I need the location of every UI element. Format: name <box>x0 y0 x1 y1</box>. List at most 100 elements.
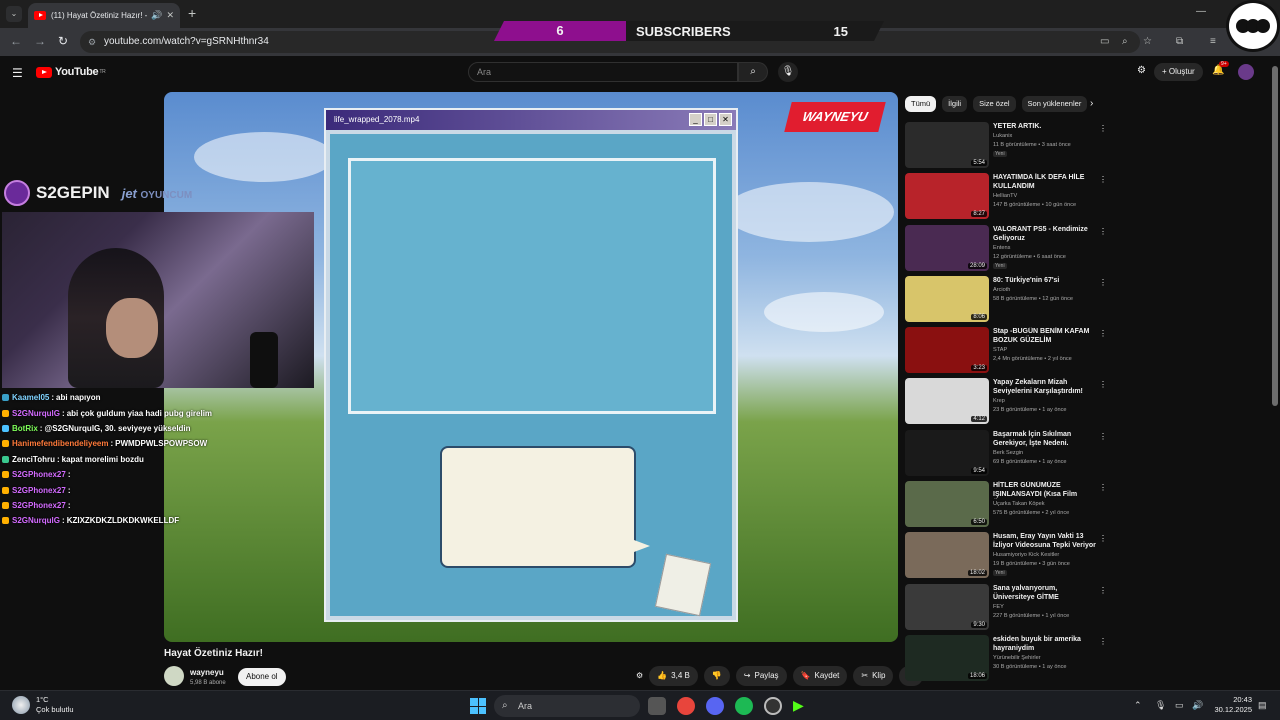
tray-chevron-icon[interactable]: ⌃ <box>1134 700 1142 711</box>
more-options-icon[interactable]: ⋮ <box>1099 175 1107 184</box>
related-video-item[interactable]: 8:06 80: Türkiye'nin 67'si Arcioth 58 B gör… <box>905 275 1110 327</box>
video-thumbnail[interactable]: 8:27 <box>905 173 989 220</box>
subscribe-button[interactable]: Abone ol <box>238 668 286 686</box>
chevron-right-icon[interactable]: › <box>1090 98 1093 109</box>
spotify-icon[interactable] <box>735 697 753 715</box>
channel-name[interactable]: wayneyu <box>190 668 224 677</box>
more-options-icon[interactable]: ⋮ <box>1099 483 1107 492</box>
sponsor-icon[interactable]: ⚙ <box>636 666 643 686</box>
related-video-item[interactable]: 4:12 Yapay Zekaların Mizah Seviyelerini K… <box>905 378 1110 429</box>
dislike-button[interactable]: 👎 <box>703 666 730 686</box>
video-thumbnail[interactable]: 9:30 <box>905 583 989 630</box>
more-options-icon[interactable]: ⋮ <box>1099 124 1107 133</box>
video-title[interactable]: HİTLER GÜNÜMÜZE IŞINLANSAYDI (Kısa Film … <box>993 481 1097 499</box>
cast-to-tv-icon[interactable]: ⚙ <box>1137 65 1146 76</box>
kick-icon[interactable]: ▶ <box>793 697 811 715</box>
video-channel[interactable]: Lukanix <box>993 133 1012 139</box>
more-options-icon[interactable]: ⋮ <box>1099 534 1107 543</box>
zoom-icon[interactable]: ⌕ <box>1122 36 1128 47</box>
video-title[interactable]: HAYATIMDA İLK DEFA HİLE KULLANDIM <box>993 173 1097 191</box>
video-thumbnail[interactable]: 4:12 <box>905 378 989 425</box>
system-clock[interactable]: 20:43 30.12.2025 <box>1210 695 1252 715</box>
extensions-icon[interactable]: ⧉ <box>1176 36 1183 47</box>
video-title[interactable]: YETER ARTIK. <box>993 122 1097 131</box>
video-channel[interactable]: Uçarka Takan Köpek <box>993 501 1045 507</box>
video-title[interactable]: eskiden buyuk bir amerika hayraniydim <box>993 635 1097 653</box>
more-options-icon[interactable]: ⋮ <box>1099 586 1107 595</box>
video-thumbnail[interactable]: 9:54 <box>905 429 989 476</box>
video-thumbnail[interactable]: 8:06 <box>905 275 989 322</box>
video-thumbnail[interactable]: 18:06 <box>905 634 989 681</box>
video-title[interactable]: 80: Türkiye'nin 67'si <box>993 276 1097 285</box>
video-channel[interactable]: STAP <box>993 347 1007 353</box>
back-button[interactable]: ← <box>10 34 22 48</box>
youtube-logo[interactable]: YouTube TR <box>36 66 106 78</box>
obs-icon[interactable] <box>764 697 782 715</box>
like-button[interactable]: 👍 3,4 B <box>649 666 698 686</box>
video-title[interactable]: Sana yalvarıyorum, Üniversiteye GİTME <box>993 584 1097 602</box>
minimize-icon[interactable]: — <box>1196 6 1206 17</box>
video-channel[interactable]: Berk Sezgin <box>993 450 1023 456</box>
voice-search-icon[interactable]: 🎙 <box>778 62 798 82</box>
new-tab-button[interactable]: + <box>188 5 196 21</box>
related-video-item[interactable]: 18:02 Husam, Eray Yayın Vakti 13 İzliyor … <box>905 532 1110 583</box>
video-channel[interactable]: Entens <box>993 245 1010 251</box>
browser-tab[interactable]: (11) Hayat Özetiniz Hazır! - 🔊 ✕ <box>28 3 180 28</box>
volume-icon[interactable]: 🔊 <box>1192 700 1203 711</box>
close-tab-icon[interactable]: ✕ <box>166 10 174 21</box>
filter-chip[interactable]: İlgili <box>942 96 968 112</box>
video-title[interactable]: Başarmak İçin Sıkılman Gerekiyor, İşte N… <box>993 430 1097 448</box>
related-video-item[interactable]: 9:54 Başarmak İçin Sıkılman Gerekiyor, İş… <box>905 429 1110 481</box>
video-thumbnail[interactable]: 3:23 <box>905 327 989 374</box>
related-video-item[interactable]: 6:50 HİTLER GÜNÜMÜZE IŞINLANSAYDI (Kısa F… <box>905 481 1110 532</box>
network-icon[interactable]: ▭ <box>1175 700 1184 711</box>
bookmark-star-icon[interactable]: ☆ <box>1143 36 1152 47</box>
forward-button[interactable]: → <box>34 34 46 48</box>
video-thumbnail[interactable]: 5:54 <box>905 122 989 168</box>
filter-chip[interactable]: Tümü <box>905 96 937 112</box>
cast-icon[interactable]: ▭ <box>1100 36 1109 47</box>
windows-start-icon[interactable] <box>470 698 486 714</box>
search-input[interactable]: Ara <box>468 62 738 82</box>
video-title[interactable]: Stap -BUGÜN BENİM KAFAM BOZUK GÜZELİM <box>993 327 1097 345</box>
weather-widget[interactable]: 1°C Çok bulutlu <box>12 695 74 715</box>
channel-avatar[interactable] <box>164 666 184 686</box>
video-title[interactable]: VALORANT PS5 - Kendimize Geliyoruz <box>993 225 1097 243</box>
discord-icon[interactable] <box>706 697 724 715</box>
related-video-item[interactable]: 18:06 eskiden buyuk bir amerika hayraniyd… <box>905 634 1110 686</box>
search-button[interactable]: ⌕ <box>738 62 768 82</box>
tab-search-button[interactable]: ⌄ <box>6 6 22 22</box>
video-channel[interactable]: HellianTV <box>993 193 1017 199</box>
more-options-icon[interactable]: ⋮ <box>1099 432 1107 441</box>
video-channel[interactable]: Yürünebilir Şehirler <box>993 655 1041 661</box>
more-options-icon[interactable]: ⋮ <box>1099 637 1107 646</box>
video-channel[interactable]: FEY <box>993 604 1004 610</box>
related-video-item[interactable]: 8:27 HAYATIMDA İLK DEFA HİLE KULLANDIM Hel… <box>905 173 1110 224</box>
site-info-icon[interactable]: ⚙ <box>88 31 96 53</box>
video-title[interactable]: Husam, Eray Yayın Vakti 13 İzliyor Video… <box>993 532 1097 550</box>
related-video-item[interactable]: 28:09 VALORANT PS5 - Kendimize Geliyoruz E… <box>905 224 1110 276</box>
save-button[interactable]: 🔖 Kaydet <box>792 666 848 686</box>
related-video-item[interactable]: 9:30 Sana yalvarıyorum, Üniversiteye GİTM… <box>905 583 1110 635</box>
chrome-icon[interactable] <box>677 697 695 715</box>
video-thumbnail[interactable]: 28:09 <box>905 224 989 271</box>
file-explorer-icon[interactable] <box>648 697 666 715</box>
related-video-item[interactable]: 3:23 Stap -BUGÜN BENİM KAFAM BOZUK GÜZELİ… <box>905 327 1110 378</box>
related-video-item[interactable]: 5:54 YETER ARTIK. Lukanix 11 B görüntüleme … <box>905 122 1110 173</box>
notifications-bell-icon[interactable]: 🔔 9+ <box>1212 61 1229 76</box>
menu-icon[interactable]: ≡ <box>1210 36 1216 47</box>
video-thumbnail[interactable]: 6:50 <box>905 481 989 528</box>
share-button[interactable]: ↪ Paylaş <box>735 666 787 686</box>
filter-chip[interactable]: Son yüklenenler <box>1021 96 1088 112</box>
more-options-icon[interactable]: ⋮ <box>1099 380 1107 389</box>
more-options-icon[interactable]: ⋮ <box>1099 329 1107 338</box>
scrollbar-thumb[interactable] <box>1272 66 1278 406</box>
account-avatar[interactable] <box>1238 64 1254 80</box>
video-channel[interactable]: Krep <box>993 398 1005 404</box>
reload-button[interactable]: ↻ <box>58 34 68 48</box>
more-options-icon[interactable]: ⋮ <box>1099 278 1107 287</box>
clip-button[interactable]: ✂ Klip <box>853 666 894 686</box>
mic-tray-icon[interactable]: 🎙 <box>1155 700 1166 711</box>
hamburger-menu-icon[interactable]: ☰ <box>12 66 23 80</box>
video-channel[interactable]: Husamiyoriyo Kick Kesitler <box>993 552 1059 558</box>
